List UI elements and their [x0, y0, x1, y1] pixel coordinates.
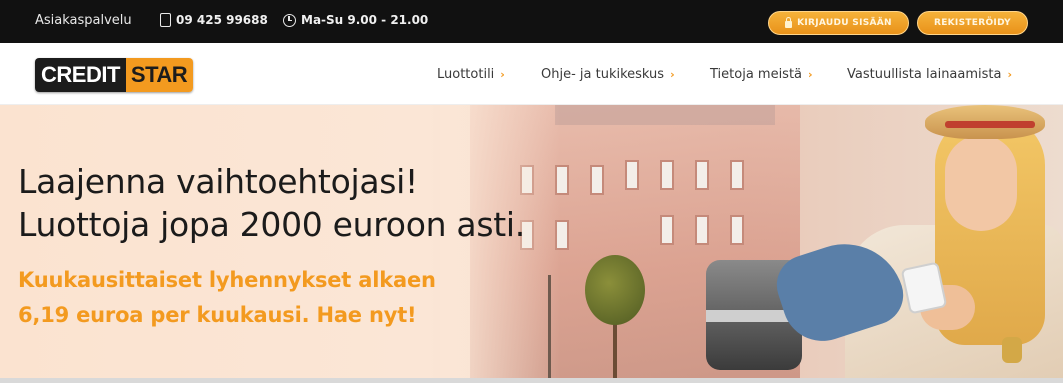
building-window — [695, 160, 709, 190]
hat-band — [945, 121, 1035, 128]
building-window — [695, 215, 709, 245]
building-window — [660, 215, 674, 245]
page-divider — [0, 378, 1063, 383]
phone-number[interactable]: 09 425 99688 — [176, 13, 268, 27]
chevron-right-icon: › — [670, 68, 675, 81]
street-lamp — [548, 275, 551, 378]
top-utility-bar: Asiakaspalvelu 09 425 99688 Ma-Su 9.00 -… — [0, 0, 1063, 43]
opening-hours: Ma-Su 9.00 - 21.00 — [283, 13, 428, 27]
opening-hours-text: Ma-Su 9.00 - 21.00 — [301, 13, 429, 27]
creditstar-logo[interactable]: CREDIT STAR — [35, 58, 194, 92]
logo-part-credit: CREDIT — [35, 58, 126, 92]
building-roof — [555, 105, 775, 125]
building-window — [625, 160, 639, 190]
tree — [585, 255, 645, 325]
chevron-right-icon: › — [808, 68, 813, 81]
chevron-right-icon: › — [500, 68, 505, 81]
nav-item-about-us[interactable]: Tietoja meistä › — [710, 67, 813, 82]
hero-subheadline-line1: Kuukausittaiset lyhennykset alkaen — [18, 268, 436, 292]
building-window — [590, 165, 604, 195]
register-button-label: REKISTERÖIDY — [933, 18, 1012, 28]
login-button-label: KIRJAUDU SISÄÄN — [797, 18, 892, 28]
building-window — [660, 160, 674, 190]
building-window — [730, 215, 744, 245]
wristwatch — [1002, 337, 1022, 363]
nav-item-responsible-lending[interactable]: Vastuullista lainaamista › — [847, 67, 1012, 82]
nav-item-label: Vastuullista lainaamista — [847, 67, 1002, 82]
customer-service-label[interactable]: Asiakaspalvelu — [35, 13, 132, 28]
hero-subheadline-line2: 6,19 euroa per kuukausi. Hae nyt! — [18, 303, 417, 327]
main-navigation: CREDIT STAR Luottotili › Ohje- ja tukike… — [0, 43, 1063, 105]
nav-item-help-center[interactable]: Ohje- ja tukikeskus › — [541, 67, 675, 82]
clock-icon — [283, 13, 296, 27]
nav-item-label: Tietoja meistä — [710, 67, 803, 82]
building-window — [730, 160, 744, 190]
phone-icon — [160, 13, 171, 27]
lock-icon — [785, 17, 793, 28]
hero-banner: Laajenna vaihtoehtojasi! Luottoja jopa 2… — [0, 105, 1063, 378]
nav-item-label: Luottotili — [437, 67, 495, 82]
nav-item-label: Ohje- ja tukikeskus — [541, 67, 665, 82]
register-button[interactable]: REKISTERÖIDY — [917, 11, 1028, 35]
hero-headline-line2: Luottoja jopa 2000 euroon asti. — [18, 205, 525, 244]
woman-face — [945, 135, 1017, 231]
phone-contact[interactable]: 09 425 99688 — [160, 13, 268, 27]
login-button[interactable]: KIRJAUDU SISÄÄN — [768, 11, 909, 35]
hero-headline-line1: Laajenna vaihtoehtojasi! — [18, 162, 418, 201]
logo-part-star: STAR — [125, 58, 194, 92]
nav-item-luottotili[interactable]: Luottotili › — [437, 67, 505, 82]
chevron-right-icon: › — [1007, 68, 1013, 81]
